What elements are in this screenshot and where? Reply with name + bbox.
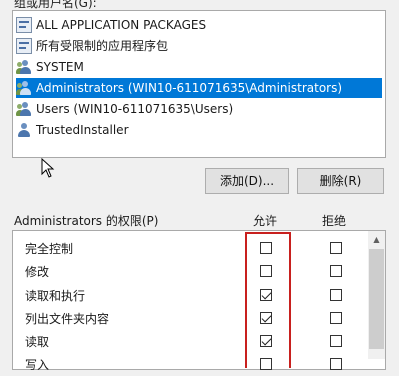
group-item[interactable]: Users (WIN10-611071635\Users) bbox=[16, 99, 233, 119]
group-item-selected[interactable]: Administrators (WIN10-611071635\Administ… bbox=[16, 78, 382, 98]
allow-column-highlight bbox=[245, 232, 291, 368]
mouse-cursor-icon bbox=[41, 158, 55, 178]
permission-row: 写入 bbox=[13, 352, 367, 376]
allow-column-header: 允许 bbox=[253, 214, 278, 228]
permission-name: 读取 bbox=[25, 335, 50, 349]
package-icon bbox=[16, 17, 32, 33]
users-icon bbox=[16, 59, 32, 75]
permissions-title: Administrators 的权限(P) bbox=[14, 214, 159, 228]
permission-name: 列出文件夹内容 bbox=[25, 312, 110, 326]
deny-checkbox[interactable] bbox=[330, 312, 342, 324]
permission-name: 修改 bbox=[25, 265, 50, 279]
permission-row: 读取 bbox=[13, 329, 367, 353]
deny-checkbox[interactable] bbox=[330, 335, 342, 347]
package-icon bbox=[16, 38, 32, 54]
deny-column-header: 拒绝 bbox=[322, 214, 347, 228]
group-item-label: TrustedInstaller bbox=[36, 123, 129, 137]
group-item-label: ALL APPLICATION PACKAGES bbox=[36, 18, 207, 32]
deny-checkbox[interactable] bbox=[330, 242, 342, 254]
group-item[interactable]: ALL APPLICATION PACKAGES bbox=[16, 15, 206, 35]
group-item-label: Administrators (WIN10-611071635\Administ… bbox=[36, 81, 343, 95]
scroll-up-icon[interactable]: ▲ bbox=[368, 231, 385, 248]
permission-name: 读取和执行 bbox=[25, 289, 86, 303]
remove-button[interactable]: 删除(R) bbox=[297, 168, 384, 194]
permission-name: 写入 bbox=[25, 358, 50, 372]
permission-row: 修改 bbox=[13, 259, 367, 283]
permission-row: 列出文件夹内容 bbox=[13, 306, 367, 330]
group-item-label: 所有受限制的应用程序包 bbox=[36, 39, 169, 53]
group-item[interactable]: 所有受限制的应用程序包 bbox=[16, 36, 168, 56]
permissions-list: 完全控制 修改 读取和执行 列出文件夹内容 读取 写入 bbox=[12, 230, 386, 372]
deny-checkbox[interactable] bbox=[330, 265, 342, 277]
permissions-scrollbar[interactable]: ▲ bbox=[368, 231, 385, 359]
group-item[interactable]: SYSTEM bbox=[16, 57, 84, 77]
group-item[interactable]: TrustedInstaller bbox=[16, 120, 129, 140]
permission-row: 完全控制 bbox=[13, 236, 367, 260]
group-item-label: SYSTEM bbox=[36, 60, 84, 74]
scroll-thumb[interactable] bbox=[369, 249, 384, 349]
permission-name: 完全控制 bbox=[25, 242, 74, 256]
permission-row: 读取和执行 bbox=[13, 283, 367, 307]
group-item-label: Users (WIN10-611071635\Users) bbox=[36, 102, 234, 116]
group-user-list[interactable]: ALL APPLICATION PACKAGES 所有受限制的应用程序包 SYS… bbox=[12, 10, 386, 158]
user-icon bbox=[16, 122, 32, 138]
add-button[interactable]: 添加(D)... bbox=[205, 168, 289, 194]
users-icon bbox=[16, 101, 32, 117]
users-icon bbox=[16, 80, 32, 96]
deny-checkbox[interactable] bbox=[330, 289, 342, 301]
